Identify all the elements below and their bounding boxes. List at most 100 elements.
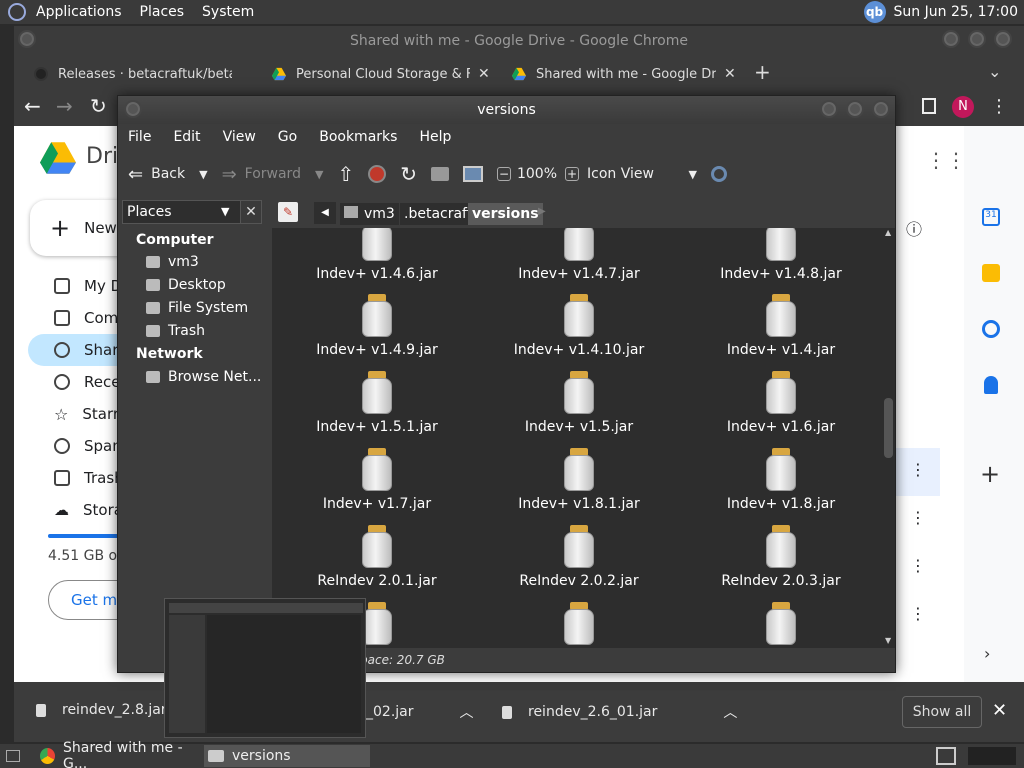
chevron-down-icon[interactable]: ▼ bbox=[199, 168, 207, 181]
sidebar-item-trash[interactable]: Trash bbox=[146, 323, 205, 339]
reload-icon[interactable]: ↻ bbox=[90, 94, 107, 118]
breadcrumb-left-arrow-icon[interactable]: ◀ bbox=[314, 202, 336, 224]
sidebar-item-file-system[interactable]: File System bbox=[146, 300, 248, 316]
workspace-2[interactable] bbox=[968, 747, 1016, 765]
contacts-icon[interactable] bbox=[984, 376, 998, 394]
stop-icon[interactable] bbox=[368, 165, 387, 183]
search-icon[interactable] bbox=[711, 166, 727, 182]
edit-location-icon[interactable]: ✎ bbox=[278, 202, 298, 222]
system-menu[interactable]: System bbox=[202, 4, 254, 20]
home-icon[interactable] bbox=[430, 167, 449, 181]
close-sidebar-icon[interactable]: ✕ bbox=[240, 200, 262, 224]
file-item[interactable]: Indev+ v1.6.jar bbox=[686, 371, 876, 435]
file-item[interactable]: ReIndev 2.0.2.jar bbox=[484, 525, 674, 589]
scrollbar-thumb[interactable] bbox=[884, 398, 893, 458]
reload-icon[interactable]: ↻ bbox=[400, 162, 417, 186]
add-addon-icon[interactable]: + bbox=[980, 460, 1000, 488]
file-item[interactable]: Indev+ v1.4.jar bbox=[686, 294, 876, 358]
menu-help[interactable]: Help bbox=[419, 129, 451, 145]
fm-close-button[interactable] bbox=[872, 100, 890, 118]
applications-menu[interactable]: Applications bbox=[36, 4, 122, 20]
profile-avatar[interactable]: N bbox=[952, 96, 974, 118]
tab-search-chevron-icon[interactable]: ⌄ bbox=[988, 62, 1001, 81]
file-item[interactable] bbox=[484, 602, 674, 648]
menu-edit[interactable]: Edit bbox=[173, 129, 200, 145]
up-arrow-icon[interactable]: ⇧ bbox=[337, 162, 354, 186]
chrome-menu-icon[interactable]: ⋮ bbox=[990, 96, 1008, 117]
taskbar-item-versions[interactable]: versions bbox=[204, 745, 370, 767]
expand-panel-chevron-icon[interactable]: › bbox=[984, 644, 990, 663]
file-item[interactable]: Indev+ v1.4.6.jar bbox=[282, 228, 472, 282]
chevron-up-icon[interactable]: ︿ bbox=[723, 702, 737, 722]
more-options-icon[interactable]: ⋮ bbox=[910, 508, 926, 527]
new-tab-icon[interactable]: + bbox=[754, 60, 771, 84]
file-item[interactable]: Indev+ v1.4.10.jar bbox=[484, 294, 674, 358]
tab-shared-with-me[interactable]: Shared with me - Google Drive ✕ bbox=[512, 60, 742, 88]
fm-maximize-button[interactable] bbox=[846, 100, 864, 118]
side-panel-icon[interactable] bbox=[922, 98, 936, 114]
close-tab-icon[interactable]: ✕ bbox=[478, 66, 490, 82]
forward-arrow-icon[interactable]: → bbox=[56, 94, 73, 118]
breadcrumb-right-arrow-icon[interactable]: ▶ bbox=[538, 206, 546, 217]
zoom-out-icon[interactable]: − bbox=[496, 167, 511, 181]
menu-file[interactable]: File bbox=[128, 129, 151, 145]
fm-window-menu-button[interactable] bbox=[124, 100, 142, 118]
calendar-icon[interactable]: 31 bbox=[982, 208, 1000, 226]
menu-bookmarks[interactable]: Bookmarks bbox=[319, 129, 397, 145]
clock[interactable]: Sun Jun 25, 17:00 bbox=[894, 4, 1018, 20]
back-arrow-icon[interactable]: ← bbox=[24, 94, 41, 118]
chrome-close-button[interactable] bbox=[994, 30, 1012, 48]
menu-view[interactable]: View bbox=[223, 129, 256, 145]
view-mode-select[interactable]: Icon View ▼ bbox=[587, 166, 697, 182]
chevron-up-icon[interactable]: ︿ bbox=[460, 702, 474, 722]
file-item[interactable]: Indev+ v1.4.8.jar bbox=[686, 228, 876, 282]
fm-minimize-button[interactable] bbox=[820, 100, 838, 118]
apps-grid-icon[interactable]: ⋮⋮ bbox=[926, 148, 966, 172]
computer-icon[interactable] bbox=[462, 166, 483, 182]
nav-storage[interactable]: ☁ Stora bbox=[54, 496, 123, 524]
tab-releases[interactable]: Releases · betacraftuk/betacra bbox=[34, 60, 264, 88]
file-item[interactable]: Indev+ v1.4.7.jar bbox=[484, 228, 674, 282]
breadcrumb-vm3[interactable]: vm3 bbox=[340, 203, 399, 225]
window-thumbnail-preview[interactable] bbox=[164, 598, 366, 738]
file-item[interactable]: ReIndev 2.0.3.jar bbox=[686, 525, 876, 589]
keep-icon[interactable] bbox=[982, 264, 1000, 282]
back-button[interactable]: ⇐ Back ▼ bbox=[128, 164, 208, 185]
file-item[interactable] bbox=[686, 602, 876, 648]
nav-spam[interactable]: Spam bbox=[54, 432, 127, 460]
system-logo-icon[interactable] bbox=[8, 3, 26, 21]
close-tab-icon[interactable]: ✕ bbox=[724, 66, 736, 82]
info-icon[interactable]: ⓘ bbox=[906, 216, 922, 240]
file-item[interactable]: Indev+ v1.4.9.jar bbox=[282, 294, 472, 358]
places-menu[interactable]: Places bbox=[140, 4, 185, 20]
sidebar-item-browse-network[interactable]: Browse Net... bbox=[146, 369, 261, 385]
zoom-in-icon[interactable]: + bbox=[565, 167, 579, 181]
scroll-up-icon[interactable]: ▲ bbox=[885, 228, 891, 237]
fm-scrollbar[interactable]: ▲ ▼ bbox=[882, 228, 895, 648]
download-item[interactable]: reindev_2.6_01.jar ︿ bbox=[502, 702, 737, 722]
show-desktop-icon[interactable] bbox=[6, 750, 20, 762]
file-item[interactable]: Indev+ v1.5.jar bbox=[484, 371, 674, 435]
download-item[interactable]: reindev_2.8.jar bbox=[36, 702, 167, 718]
file-item[interactable]: Indev+ v1.8.jar bbox=[686, 448, 876, 512]
breadcrumb-betacraft[interactable]: .betacraft bbox=[400, 203, 477, 225]
file-item[interactable]: Indev+ v1.8.1.jar bbox=[484, 448, 674, 512]
more-options-icon[interactable]: ⋮ bbox=[910, 460, 926, 479]
scroll-down-icon[interactable]: ▼ bbox=[885, 636, 891, 645]
qbittorrent-icon[interactable]: qb bbox=[863, 1, 886, 23]
file-item[interactable]: Indev+ v1.5.1.jar bbox=[282, 371, 472, 435]
download-item[interactable]: _02.jar ︿ bbox=[366, 702, 474, 722]
taskbar-item-chrome[interactable]: Shared with me - G... bbox=[36, 740, 202, 768]
menu-go[interactable]: Go bbox=[278, 129, 297, 145]
chevron-down-icon[interactable]: ▼ bbox=[315, 168, 323, 181]
chrome-window-menu-button[interactable] bbox=[18, 30, 36, 48]
nav-trash[interactable]: Trash bbox=[54, 464, 124, 492]
breadcrumb-versions[interactable]: versions bbox=[468, 203, 543, 225]
close-downloads-icon[interactable]: ✕ bbox=[992, 700, 1007, 721]
forward-button[interactable]: ⇒ Forward ▼ bbox=[222, 164, 324, 185]
show-all-button[interactable]: Show all bbox=[902, 696, 982, 728]
more-options-icon[interactable]: ⋮ bbox=[910, 604, 926, 623]
tab-personal-cloud[interactable]: Personal Cloud Storage & File ✕ bbox=[272, 60, 502, 88]
workspace-switcher-icon[interactable] bbox=[936, 747, 956, 765]
chrome-maximize-button[interactable] bbox=[968, 30, 986, 48]
